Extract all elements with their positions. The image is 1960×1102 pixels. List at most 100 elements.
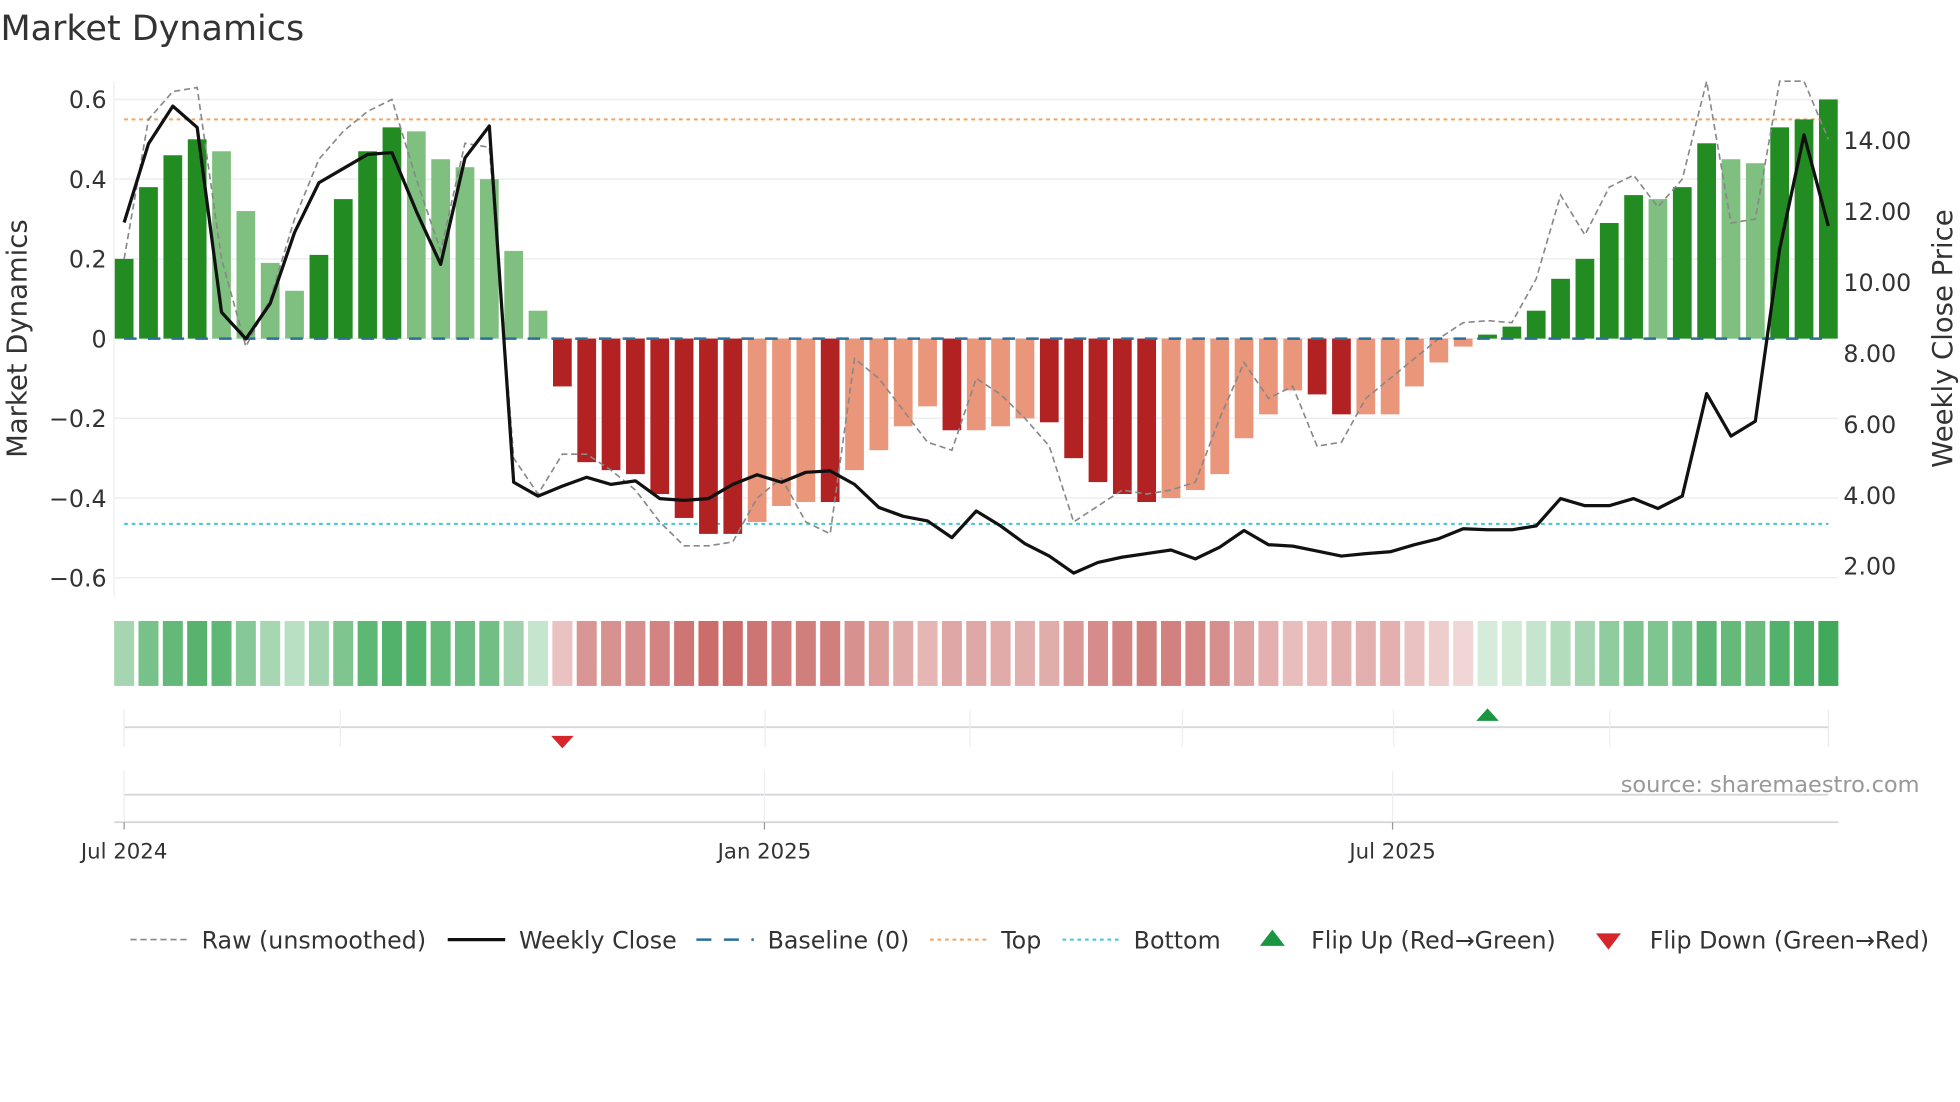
dynamics-bar: [504, 250, 524, 339]
strip-cell: [138, 620, 159, 686]
strip-cell: [1185, 620, 1206, 686]
series-lines: [122, 80, 1830, 575]
strip-cell: [1380, 620, 1401, 686]
strip-cell: [381, 620, 402, 686]
dynamics-bar: [869, 338, 889, 451]
strip-cell: [966, 620, 987, 686]
y2-tick-label: 4.00: [1843, 482, 1896, 510]
legend-label: Bottom: [1134, 926, 1221, 954]
dynamics-bar: [674, 338, 694, 518]
strip-cell: [1404, 620, 1425, 686]
dynamics-bar: [1039, 338, 1059, 423]
dynamics-bar: [991, 338, 1010, 427]
dynamics-bar: [285, 290, 304, 339]
strip-cell: [917, 620, 938, 686]
dynamics-bar: [1526, 310, 1546, 339]
strip-cell: [114, 620, 135, 686]
flip-up-marker: [1476, 708, 1499, 721]
dynamics-bar: [139, 187, 158, 339]
strip-cell: [674, 620, 695, 686]
dynamics-bar: [1551, 278, 1570, 339]
dynamics-bars: [114, 99, 1838, 534]
right-axis-label: Weekly Close Price: [1927, 209, 1959, 467]
dynamics-bar: [1697, 143, 1717, 339]
strip-cell: [941, 620, 962, 686]
chart-title: Market Dynamics: [0, 9, 304, 49]
strip-cell: [576, 620, 597, 686]
strip-cell: [1672, 620, 1693, 686]
strip-cell: [1745, 620, 1766, 686]
legend-label: Flip Down (Green→Red): [1650, 926, 1929, 954]
strip-cell: [844, 620, 865, 686]
strip-cell: [1112, 620, 1133, 686]
strip-cell: [868, 620, 889, 686]
dynamics-bar: [1234, 338, 1254, 439]
strip-cell: [1623, 620, 1644, 686]
strip-cell: [1453, 620, 1474, 686]
strip-cell: [406, 620, 427, 686]
dynamics-bar: [1575, 258, 1595, 339]
heat-strip: [114, 620, 1839, 686]
strip-cell: [1258, 620, 1279, 686]
dynamics-bar: [382, 127, 402, 339]
dynamics-bar: [1283, 338, 1303, 391]
strip-cell: [990, 620, 1011, 686]
dynamics-bar: [1307, 338, 1327, 395]
strip-cell: [1574, 620, 1595, 686]
dynamics-bar: [1332, 338, 1351, 415]
strip-cell: [722, 620, 743, 686]
right-axis: 14.00 12.00 10.00 8.00 6.00 4.00 2.00: [1843, 127, 1911, 581]
dynamics-bar: [747, 338, 767, 522]
strip-cell: [698, 620, 719, 686]
dynamics-bar: [942, 338, 962, 431]
strip-cell: [1307, 620, 1328, 686]
strip-cell: [260, 620, 281, 686]
strip-cell: [308, 620, 329, 686]
dynamics-bar: [601, 338, 621, 471]
dynamics-bar: [528, 310, 548, 339]
x-tick-label: Jul 2024: [79, 839, 167, 864]
legend-label: Raw (unsmoothed): [202, 926, 426, 954]
strip-cell: [1720, 620, 1741, 686]
dynamics-bar: [1088, 338, 1108, 483]
strip-cell: [1063, 620, 1084, 686]
dynamics-bar: [1161, 338, 1181, 499]
dynamics-bar: [723, 338, 743, 534]
strip-cell: [649, 620, 670, 686]
strip-cell: [333, 620, 354, 686]
strip-cell: [1136, 620, 1157, 686]
y-tick-label: 0.4: [69, 166, 107, 194]
legend-label: Baseline (0): [768, 926, 910, 954]
legend-label: Top: [1000, 926, 1041, 954]
dynamics-bar: [358, 151, 377, 339]
strip-cell: [1331, 620, 1352, 686]
dynamics-bar: [796, 338, 816, 503]
strip-cell: [528, 620, 549, 686]
source-label: source: sharemaestro.com: [1621, 772, 1920, 798]
strip-cell: [820, 620, 841, 686]
dynamics-bar: [1794, 119, 1814, 339]
dynamics-bar: [626, 338, 645, 475]
y2-tick-label: 12.00: [1843, 198, 1911, 226]
dynamics-bar: [1185, 338, 1205, 491]
x-axis: Jul 2024 Jan 2025 Jul 2025: [79, 770, 1839, 864]
strip-cell: [1477, 620, 1498, 686]
dynamics-bar: [236, 211, 256, 339]
y2-tick-label: 8.00: [1843, 340, 1896, 368]
dynamics-bar: [114, 258, 134, 339]
dynamics-bar: [966, 338, 986, 431]
dynamics-bar: [1137, 338, 1157, 503]
strip-cell: [284, 620, 305, 686]
strip-cell: [601, 620, 622, 686]
raw-line: [123, 80, 1830, 547]
dynamics-bar: [1770, 127, 1790, 339]
dynamics-bar: [333, 199, 353, 339]
strip-cell: [1161, 620, 1182, 686]
legend-flip-down-icon: [1595, 933, 1621, 950]
strip-cell: [211, 620, 232, 686]
strip-cell: [1087, 620, 1108, 686]
left-axis: 0.6 0.4 0.2 0 −0.2 −0.4 −0.6: [49, 86, 107, 592]
dynamics-bar: [1429, 338, 1449, 363]
strip-cell: [1769, 620, 1790, 686]
strip-cell: [162, 620, 183, 686]
